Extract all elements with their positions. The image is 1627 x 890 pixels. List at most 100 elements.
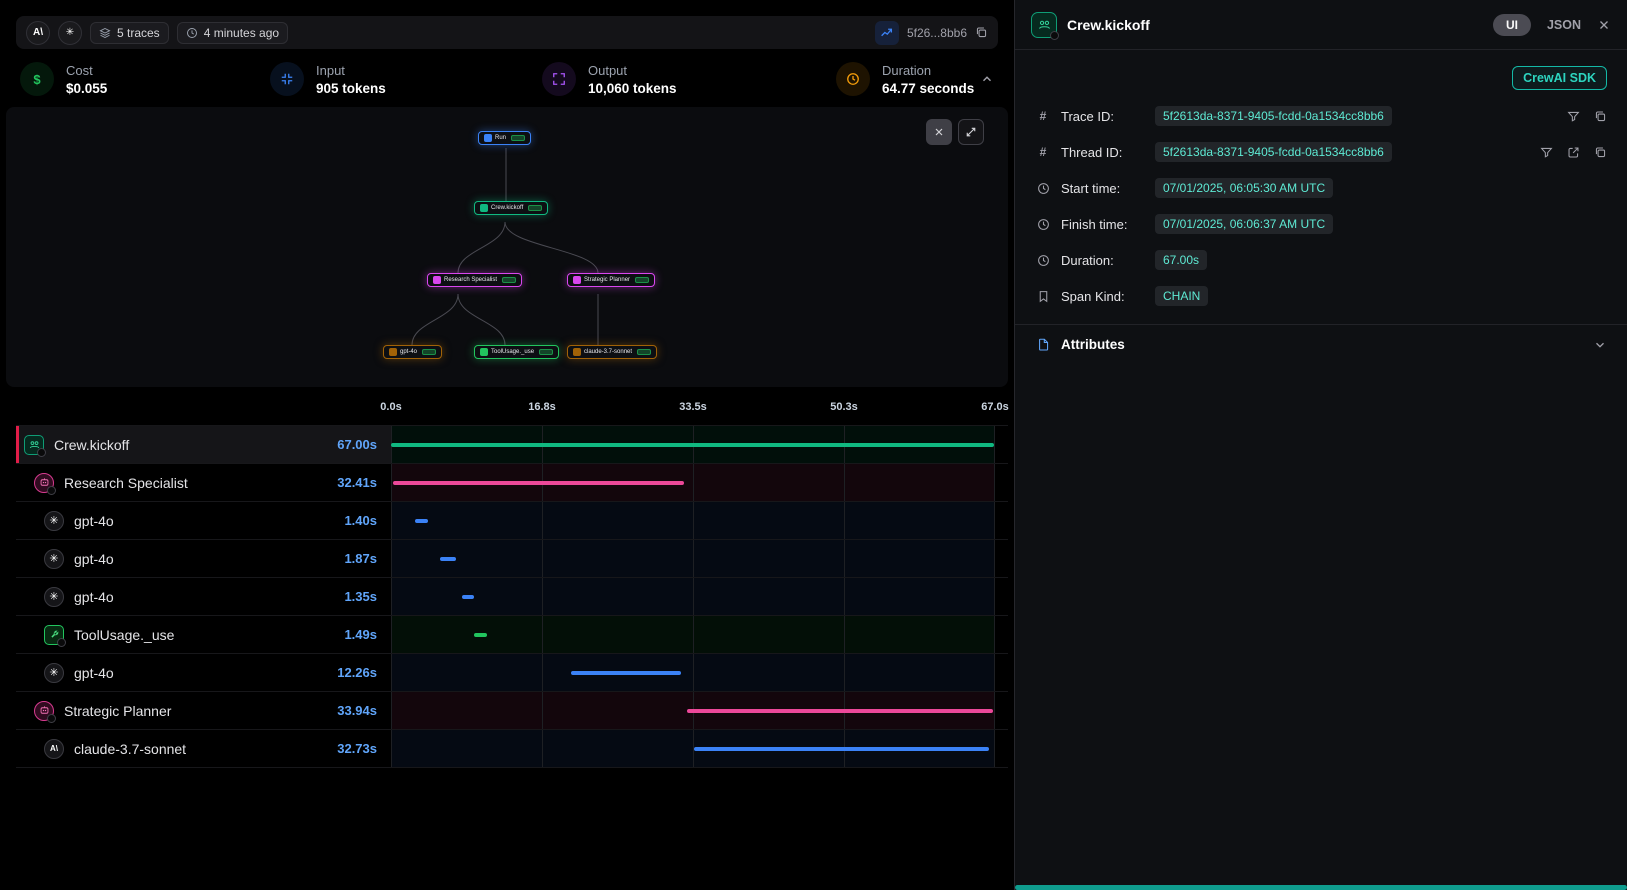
span-duration: 12.26s (337, 665, 391, 680)
crew-icon (1031, 12, 1057, 38)
graph-node-run[interactable]: Run (478, 131, 531, 145)
span-bar[interactable] (462, 595, 474, 599)
clock-icon (1035, 182, 1051, 195)
timeline-track[interactable] (391, 730, 995, 767)
sub-badge (1050, 31, 1059, 40)
openai-icon: ✳ (44, 549, 64, 569)
graph-node-research-specialist[interactable]: Research Specialist (427, 273, 522, 287)
node-duration-pill (422, 349, 436, 355)
detail-label: Span Kind: (1061, 289, 1145, 304)
graph-node-label: Strategic Planner (584, 277, 630, 283)
timeline-track[interactable] (391, 692, 995, 729)
graph-node-strategic-planner[interactable]: Strategic Planner (567, 273, 655, 287)
timeline-track[interactable] (391, 654, 995, 691)
timeline-row-crew-kickoff[interactable]: Crew.kickoff 67.00s (16, 426, 1008, 464)
timeline-track[interactable] (391, 464, 995, 501)
clock-icon (1035, 218, 1051, 231)
timeline-track[interactable] (391, 616, 995, 653)
tab-ui[interactable]: UI (1493, 14, 1531, 36)
copy-icon[interactable] (1594, 146, 1607, 159)
timeline-track[interactable] (391, 578, 995, 615)
anthropic-icon (573, 348, 581, 356)
sub-badge (57, 638, 66, 647)
detail-row-duration: Duration: 67.00s (1035, 242, 1607, 278)
graph-node-toolusage[interactable]: ToolUsage._use (474, 345, 559, 359)
timeline-row-toolusage[interactable]: ToolUsage._use 1.49s (16, 616, 1008, 654)
openai-icon: ✳ (44, 511, 64, 531)
stats-bar: $ Cost $0.055 Input 905 tokens Output 10… (16, 57, 998, 101)
sdk-badge[interactable]: CrewAI SDK (1512, 66, 1607, 90)
axis-tick: 50.3s (830, 401, 858, 413)
chevron-up-icon[interactable] (980, 72, 994, 86)
close-icon[interactable] (1597, 18, 1611, 32)
graph-node-crew-kickoff[interactable]: Crew.kickoff (474, 201, 548, 215)
input-label: Input (316, 63, 386, 78)
graph-node-claude[interactable]: claude-3.7-sonnet (567, 345, 657, 359)
span-bar[interactable] (694, 747, 989, 751)
copy-icon[interactable] (975, 26, 988, 39)
graph-node-gpt-4o[interactable]: gpt-4o (383, 345, 442, 359)
attributes-section-toggle[interactable]: Attributes (1015, 324, 1627, 364)
timeline-row-research-specialist[interactable]: Research Specialist 32.41s (16, 464, 1008, 502)
graph-node-label: Crew.kickoff (491, 205, 523, 211)
duration-value: 64.77 seconds (882, 81, 974, 96)
trace-id-value[interactable]: 5f2613da-8371-9405-fcdd-0a1534cc8bb6 (1155, 106, 1392, 126)
tab-json[interactable]: JSON (1547, 18, 1581, 32)
span-bar[interactable] (440, 557, 457, 561)
crew-icon (480, 204, 488, 212)
close-graph-icon[interactable] (926, 119, 952, 145)
span-bar[interactable] (393, 481, 685, 485)
start-time-value: 07/01/2025, 06:05:30 AM UTC (1155, 178, 1333, 198)
metrics-trend-icon[interactable] (875, 21, 899, 45)
timeline-row-gpt-4o[interactable]: ✳ gpt-4o 12.26s (16, 654, 1008, 692)
timeline-row-gpt-4o[interactable]: ✳ gpt-4o 1.87s (16, 540, 1008, 578)
timeline-track[interactable] (391, 502, 995, 539)
bookmark-icon (1035, 290, 1051, 303)
node-duration-pill (502, 277, 516, 283)
sub-badge (47, 714, 56, 723)
span-duration: 32.73s (337, 741, 391, 756)
span-duration: 1.49s (344, 627, 391, 642)
stat-output: Output 10,060 tokens (542, 62, 836, 96)
external-link-icon[interactable] (1567, 146, 1580, 159)
node-duration-pill (528, 205, 542, 211)
filter-icon[interactable] (1540, 146, 1553, 159)
filter-icon[interactable] (1567, 110, 1580, 123)
agent-icon (34, 701, 54, 721)
cost-value: $0.055 (66, 81, 107, 96)
detail-row-thread-id: # Thread ID: 5f2613da-8371-9405-fcdd-0a1… (1035, 134, 1607, 170)
expand-graph-icon[interactable] (958, 119, 984, 145)
span-bar[interactable] (571, 671, 681, 675)
span-bar[interactable] (687, 709, 992, 713)
span-bar[interactable] (474, 633, 487, 637)
arrows-in-icon (270, 62, 304, 96)
timeline-row-claude[interactable]: A\ claude-3.7-sonnet 32.73s (16, 730, 1008, 768)
timeline-row-strategic-planner[interactable]: Strategic Planner 33.94s (16, 692, 1008, 730)
timeline-row-gpt-4o[interactable]: ✳ gpt-4o 1.40s (16, 502, 1008, 540)
traces-count-badge[interactable]: 5 traces (90, 22, 169, 44)
thread-id-value[interactable]: 5f2613da-8371-9405-fcdd-0a1534cc8bb6 (1155, 142, 1392, 162)
attributes-label: Attributes (1061, 337, 1125, 352)
trace-main-area: A\ ✳ 5 traces 4 minutes ago 5f26...8bb6 (0, 0, 1014, 890)
graph-node-label: gpt-4o (400, 349, 417, 355)
timeline-axis: 0.0s 16.8s 33.5s 50.3s 67.0s (391, 401, 995, 417)
horizontal-scrollbar[interactable] (1015, 885, 1627, 890)
openai-icon: ✳ (44, 587, 64, 607)
trace-graph-canvas[interactable]: Run Crew.kickoff Research Specialist Str… (6, 107, 1008, 387)
span-label: gpt-4o (74, 513, 114, 529)
copy-icon[interactable] (1594, 110, 1607, 123)
detail-row-finish-time: Finish time: 07/01/2025, 06:06:37 AM UTC (1035, 206, 1607, 242)
sub-badge (47, 486, 56, 495)
span-bar[interactable] (415, 519, 428, 523)
span-label: claude-3.7-sonnet (74, 741, 186, 757)
timeline-row-gpt-4o[interactable]: ✳ gpt-4o 1.35s (16, 578, 1008, 616)
timeline-track[interactable] (391, 426, 995, 463)
node-duration-pill (635, 277, 649, 283)
span-duration: 1.87s (344, 551, 391, 566)
dollar-icon: $ (20, 62, 54, 96)
span-bar[interactable] (391, 443, 994, 447)
trace-short-id: 5f26...8bb6 (907, 26, 967, 40)
run-icon (484, 134, 492, 142)
timeline-track[interactable] (391, 540, 995, 577)
last-updated-badge: 4 minutes ago (177, 22, 288, 44)
